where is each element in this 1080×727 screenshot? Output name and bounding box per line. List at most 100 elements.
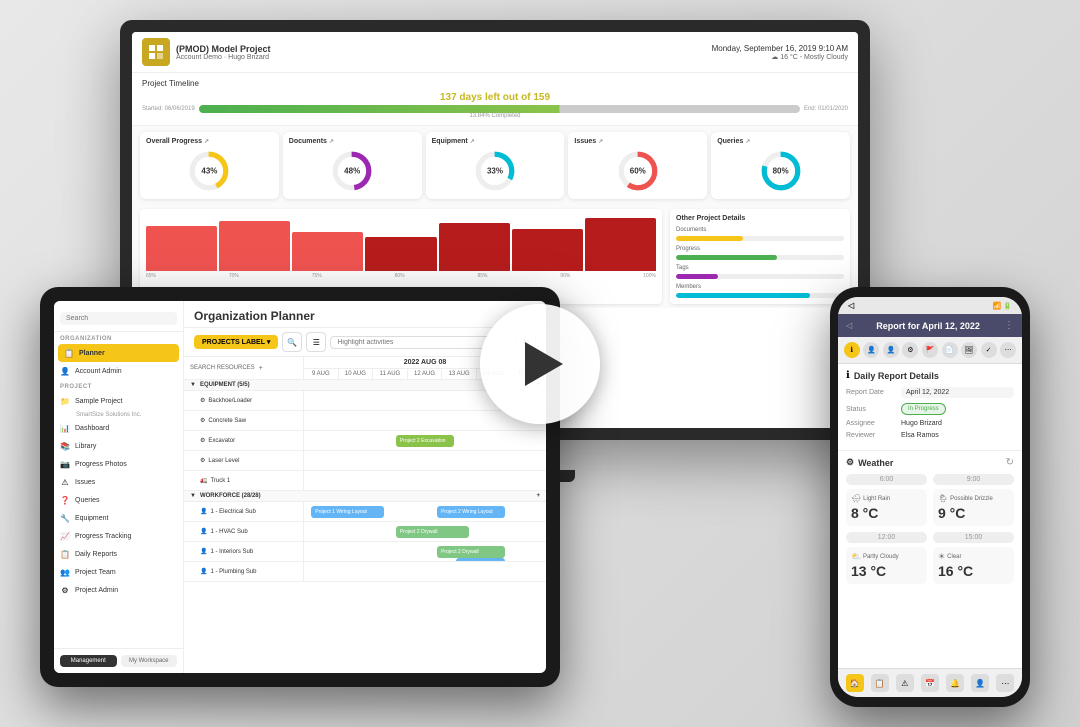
timeline-title: Project Timeline bbox=[142, 79, 848, 88]
phone-screen: ◁ 📶 🔋 ◁ Report for April 12, 2022 ⋮ ℹ 👤 … bbox=[838, 297, 1022, 697]
widget-documents: Documents ↗ 48% bbox=[283, 132, 422, 199]
gantt-date-13aug: 13 AUG bbox=[442, 369, 477, 379]
phone-tab-person[interactable]: 👤 bbox=[863, 342, 879, 358]
sample-project-icon: 📁 bbox=[60, 396, 70, 406]
gantt-date-10aug: 10 AUG bbox=[339, 369, 374, 379]
tablet-toolbar: PROJECTS LABEL ▾ 🔍 ☰ ↻ bbox=[184, 328, 546, 357]
sidebar-item-account-admin[interactable]: 👤 Account Admin bbox=[54, 362, 183, 380]
phone-tab-person2[interactable]: 👤 bbox=[883, 342, 899, 358]
resource-interiors: 👤1 - Interiors Sub bbox=[184, 542, 304, 561]
phone-nav-alerts[interactable]: ⚠ bbox=[896, 674, 914, 692]
weather-grid-bottom: ⛅ Partly Cloudy 13 °C ☀ Clear bbox=[846, 547, 1014, 584]
phone-tab-more[interactable]: ⋯ bbox=[1000, 342, 1016, 358]
excavator-bar-label: Project 2 Excavation bbox=[400, 438, 446, 444]
sidebar-item-dashboard[interactable]: 📊 Dashboard bbox=[54, 419, 183, 437]
tablet-header: Organization Planner bbox=[184, 301, 546, 328]
tablet-search-input[interactable] bbox=[60, 312, 177, 325]
phone-tab-image[interactable]: 🖼 bbox=[961, 342, 977, 358]
field-row-reviewer: Reviewer Elsa Ramos bbox=[846, 432, 1014, 439]
add-resource-button[interactable]: + bbox=[259, 365, 263, 372]
resource-concrete-saw: ⚙Concrete Saw bbox=[184, 411, 304, 430]
gantt-row-electrical: 👤1 - Electrical Sub Project 1 Wiring Lay… bbox=[184, 502, 546, 522]
expand-workforce-icon[interactable]: ▼ bbox=[190, 493, 196, 499]
chart-excavator: Project 2 Excavation bbox=[304, 431, 546, 450]
donut-label-2: 48% bbox=[344, 167, 360, 176]
other-members-label: Members bbox=[676, 284, 844, 290]
sidebar-item-sample-project[interactable]: 📁 Sample Project bbox=[54, 392, 183, 410]
donut-label-3: 33% bbox=[487, 167, 503, 176]
donut-issues: 60% bbox=[616, 149, 660, 193]
sidebar-item-planner[interactable]: 📋 Planner bbox=[58, 344, 179, 362]
sidebar-item-progress-tracking[interactable]: 📈 Progress Tracking bbox=[54, 527, 183, 545]
sidebar-item-daily-reports[interactable]: 📋 Daily Reports bbox=[54, 545, 183, 563]
timeline-bar bbox=[199, 105, 800, 113]
resource-electrical: 👤1 - Electrical Sub bbox=[184, 502, 304, 521]
phone-nav-notifications[interactable]: 🔔 bbox=[946, 674, 964, 692]
gantt-date-15aug: 15 AUG bbox=[511, 369, 546, 379]
electrical-icon: 👤 bbox=[200, 508, 207, 515]
sidebar-queries-label: Queries bbox=[75, 497, 100, 504]
search-toolbar-button[interactable]: 🔍 bbox=[282, 332, 302, 352]
sidebar-item-issues[interactable]: ⚠ Issues bbox=[54, 473, 183, 491]
progress-tracking-icon: 📈 bbox=[60, 531, 70, 541]
bar-2 bbox=[219, 221, 290, 271]
gantt-date-cells: 9 AUG 10 AUG 11 AUG 12 AUG 13 AUG 14 AUG… bbox=[304, 369, 546, 379]
phone-tab-check[interactable]: ✓ bbox=[981, 342, 997, 358]
weather-refresh-icon[interactable]: ↻ bbox=[1006, 457, 1014, 468]
filter-toolbar-button[interactable]: ☰ bbox=[306, 332, 326, 352]
highlight-activities-input[interactable] bbox=[330, 336, 512, 349]
phone-nav-calendar[interactable]: 📅 bbox=[921, 674, 939, 692]
phone-tab-doc[interactable]: 📄 bbox=[942, 342, 958, 358]
bar-3 bbox=[292, 232, 363, 271]
weather-temp-9am: 9 °C bbox=[938, 505, 965, 521]
donut-equipment: 33% bbox=[473, 149, 517, 193]
phone-nav-home[interactable]: 🏠 bbox=[846, 674, 864, 692]
sidebar-item-project-admin[interactable]: ⚙ Project Admin bbox=[54, 581, 183, 599]
phone-tab-info[interactable]: ℹ bbox=[844, 342, 860, 358]
expand-equipment-icon[interactable]: ▼ bbox=[190, 382, 196, 388]
sidebar-item-library[interactable]: 📚 Library bbox=[54, 437, 183, 455]
sidebar-item-progress-photos[interactable]: 📷 Progress Photos bbox=[54, 455, 183, 473]
other-project-title: Other Project Details bbox=[676, 215, 844, 222]
refresh-toolbar-button[interactable]: ↻ bbox=[516, 332, 536, 352]
phone-back-button[interactable]: ◁ bbox=[846, 321, 852, 330]
excavator-icon: ⚙ bbox=[200, 437, 205, 444]
project-team-icon: 👥 bbox=[60, 567, 70, 577]
workforce-section-label: WORKFORCE (28/28) bbox=[200, 493, 261, 499]
weather-grid-top: 🌧 Light Rain 8 °C 🌦 Possible Drizzle bbox=[846, 489, 1014, 526]
donut-queries: 80% bbox=[759, 149, 803, 193]
sidebar-org-label: ORGANIZATION bbox=[54, 332, 183, 344]
donut-overall: 43% bbox=[187, 149, 231, 193]
management-tab[interactable]: Management bbox=[60, 655, 117, 667]
backhoe-icon: ⚙ bbox=[200, 397, 205, 404]
projects-label-button[interactable]: PROJECTS LABEL ▾ bbox=[194, 335, 278, 349]
sidebar-progress-photos-label: Progress Photos bbox=[75, 461, 127, 468]
add-workforce-button[interactable]: + bbox=[536, 493, 540, 499]
add-equipment-button[interactable]: + bbox=[536, 382, 540, 388]
gantt-date-14aug: 14 AUG bbox=[477, 369, 512, 379]
phone-nav-reports[interactable]: 📋 bbox=[871, 674, 889, 692]
monitor-project-title: (PMOD) Model Project bbox=[176, 44, 271, 54]
chart-hvac: Project 2 Drywall bbox=[304, 522, 546, 541]
phone-nav-profile[interactable]: 👤 bbox=[971, 674, 989, 692]
weather-temp-12pm: 13 °C bbox=[851, 563, 886, 579]
phone-tab-flag[interactable]: 🚩 bbox=[922, 342, 938, 358]
equipment-section-label: EQUIPMENT (5/5) bbox=[200, 382, 250, 388]
phone-menu-button[interactable]: ⋮ bbox=[1004, 320, 1014, 331]
weather-time-headers-2: 12:00 15:00 bbox=[846, 532, 1014, 543]
weather-time-12pm: 12:00 bbox=[846, 532, 927, 543]
other-tags-bar bbox=[676, 274, 844, 279]
sidebar-item-equipment[interactable]: 🔧 Equipment bbox=[54, 509, 183, 527]
phone-nav-more[interactable]: ⋯ bbox=[996, 674, 1014, 692]
equipment-icon: 🔧 bbox=[60, 513, 70, 523]
phone-tab-settings[interactable]: ⚙ bbox=[902, 342, 918, 358]
electrical-bar-2-label: Project 2 Wiring Layout bbox=[441, 509, 493, 515]
my-workspace-tab[interactable]: My Workspace bbox=[121, 655, 178, 667]
queries-icon: ❓ bbox=[60, 495, 70, 505]
planner-icon: 📋 bbox=[64, 348, 74, 358]
weather-condition-12pm: ⛅ Partly Cloudy bbox=[851, 552, 899, 561]
sidebar-item-project-team[interactable]: 👥 Project Team bbox=[54, 563, 183, 581]
hvac-icon: 👤 bbox=[200, 528, 207, 535]
sidebar-item-queries[interactable]: ❓ Queries bbox=[54, 491, 183, 509]
weather-condition-3pm: ☀ Clear bbox=[938, 552, 962, 561]
